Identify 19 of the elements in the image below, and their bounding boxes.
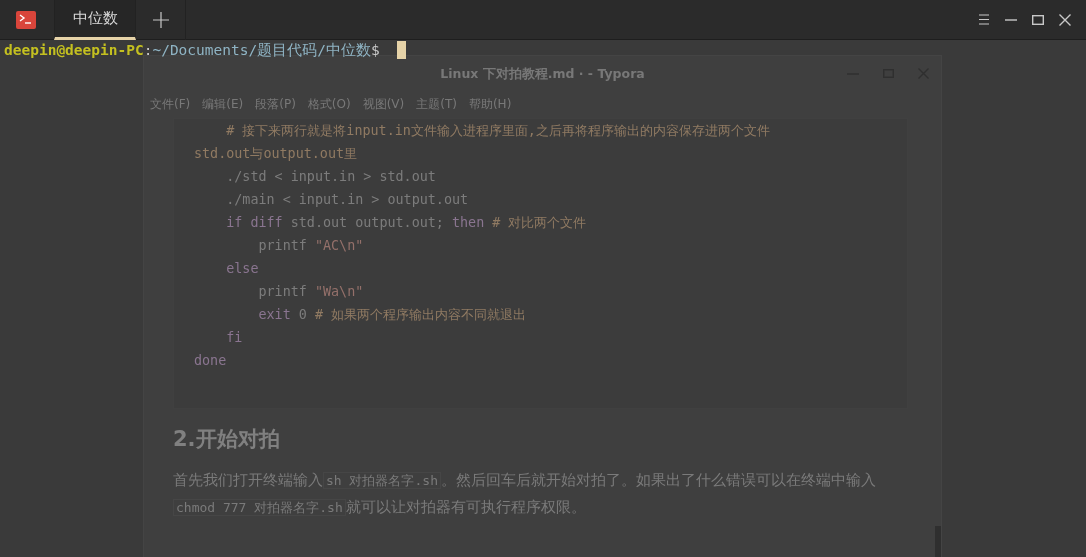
section-heading: 2.开始对拍 xyxy=(173,426,281,453)
menu-icon[interactable] xyxy=(978,14,990,25)
tab[interactable]: 中位数 xyxy=(54,0,136,40)
code-line: done xyxy=(194,352,228,370)
code-line: printf "AC\n" xyxy=(257,237,365,255)
cursor xyxy=(397,41,407,59)
code-line: ./std < input.in > std.out xyxy=(225,168,437,186)
code-line: ./main < input.in > output.out xyxy=(225,191,470,209)
window-title: Linux 下对拍教程.md · - Typora xyxy=(440,65,645,83)
code-line: printf "Wa\n" xyxy=(257,283,365,301)
code-line: # 接下来两行就是将input.in文件输入进程序里面,之后再将程序输出的内容保存进两个文件 xyxy=(225,122,771,140)
code-line: fi xyxy=(225,329,244,347)
code-line: exit 0 # 如果两个程序输出内容不同就退出 xyxy=(257,306,528,324)
prompt-line: deepin@deepin-PC:~/Documents/题目代码/中位数$ xyxy=(3,41,381,60)
terminal-app-icon xyxy=(16,10,36,29)
code-line: if diff std.out output.out; then # 对比两个文件 xyxy=(225,214,588,232)
code-line: std.out与output.out里 xyxy=(194,145,359,163)
code-line: else xyxy=(225,260,260,278)
plus-icon[interactable] xyxy=(152,11,169,28)
